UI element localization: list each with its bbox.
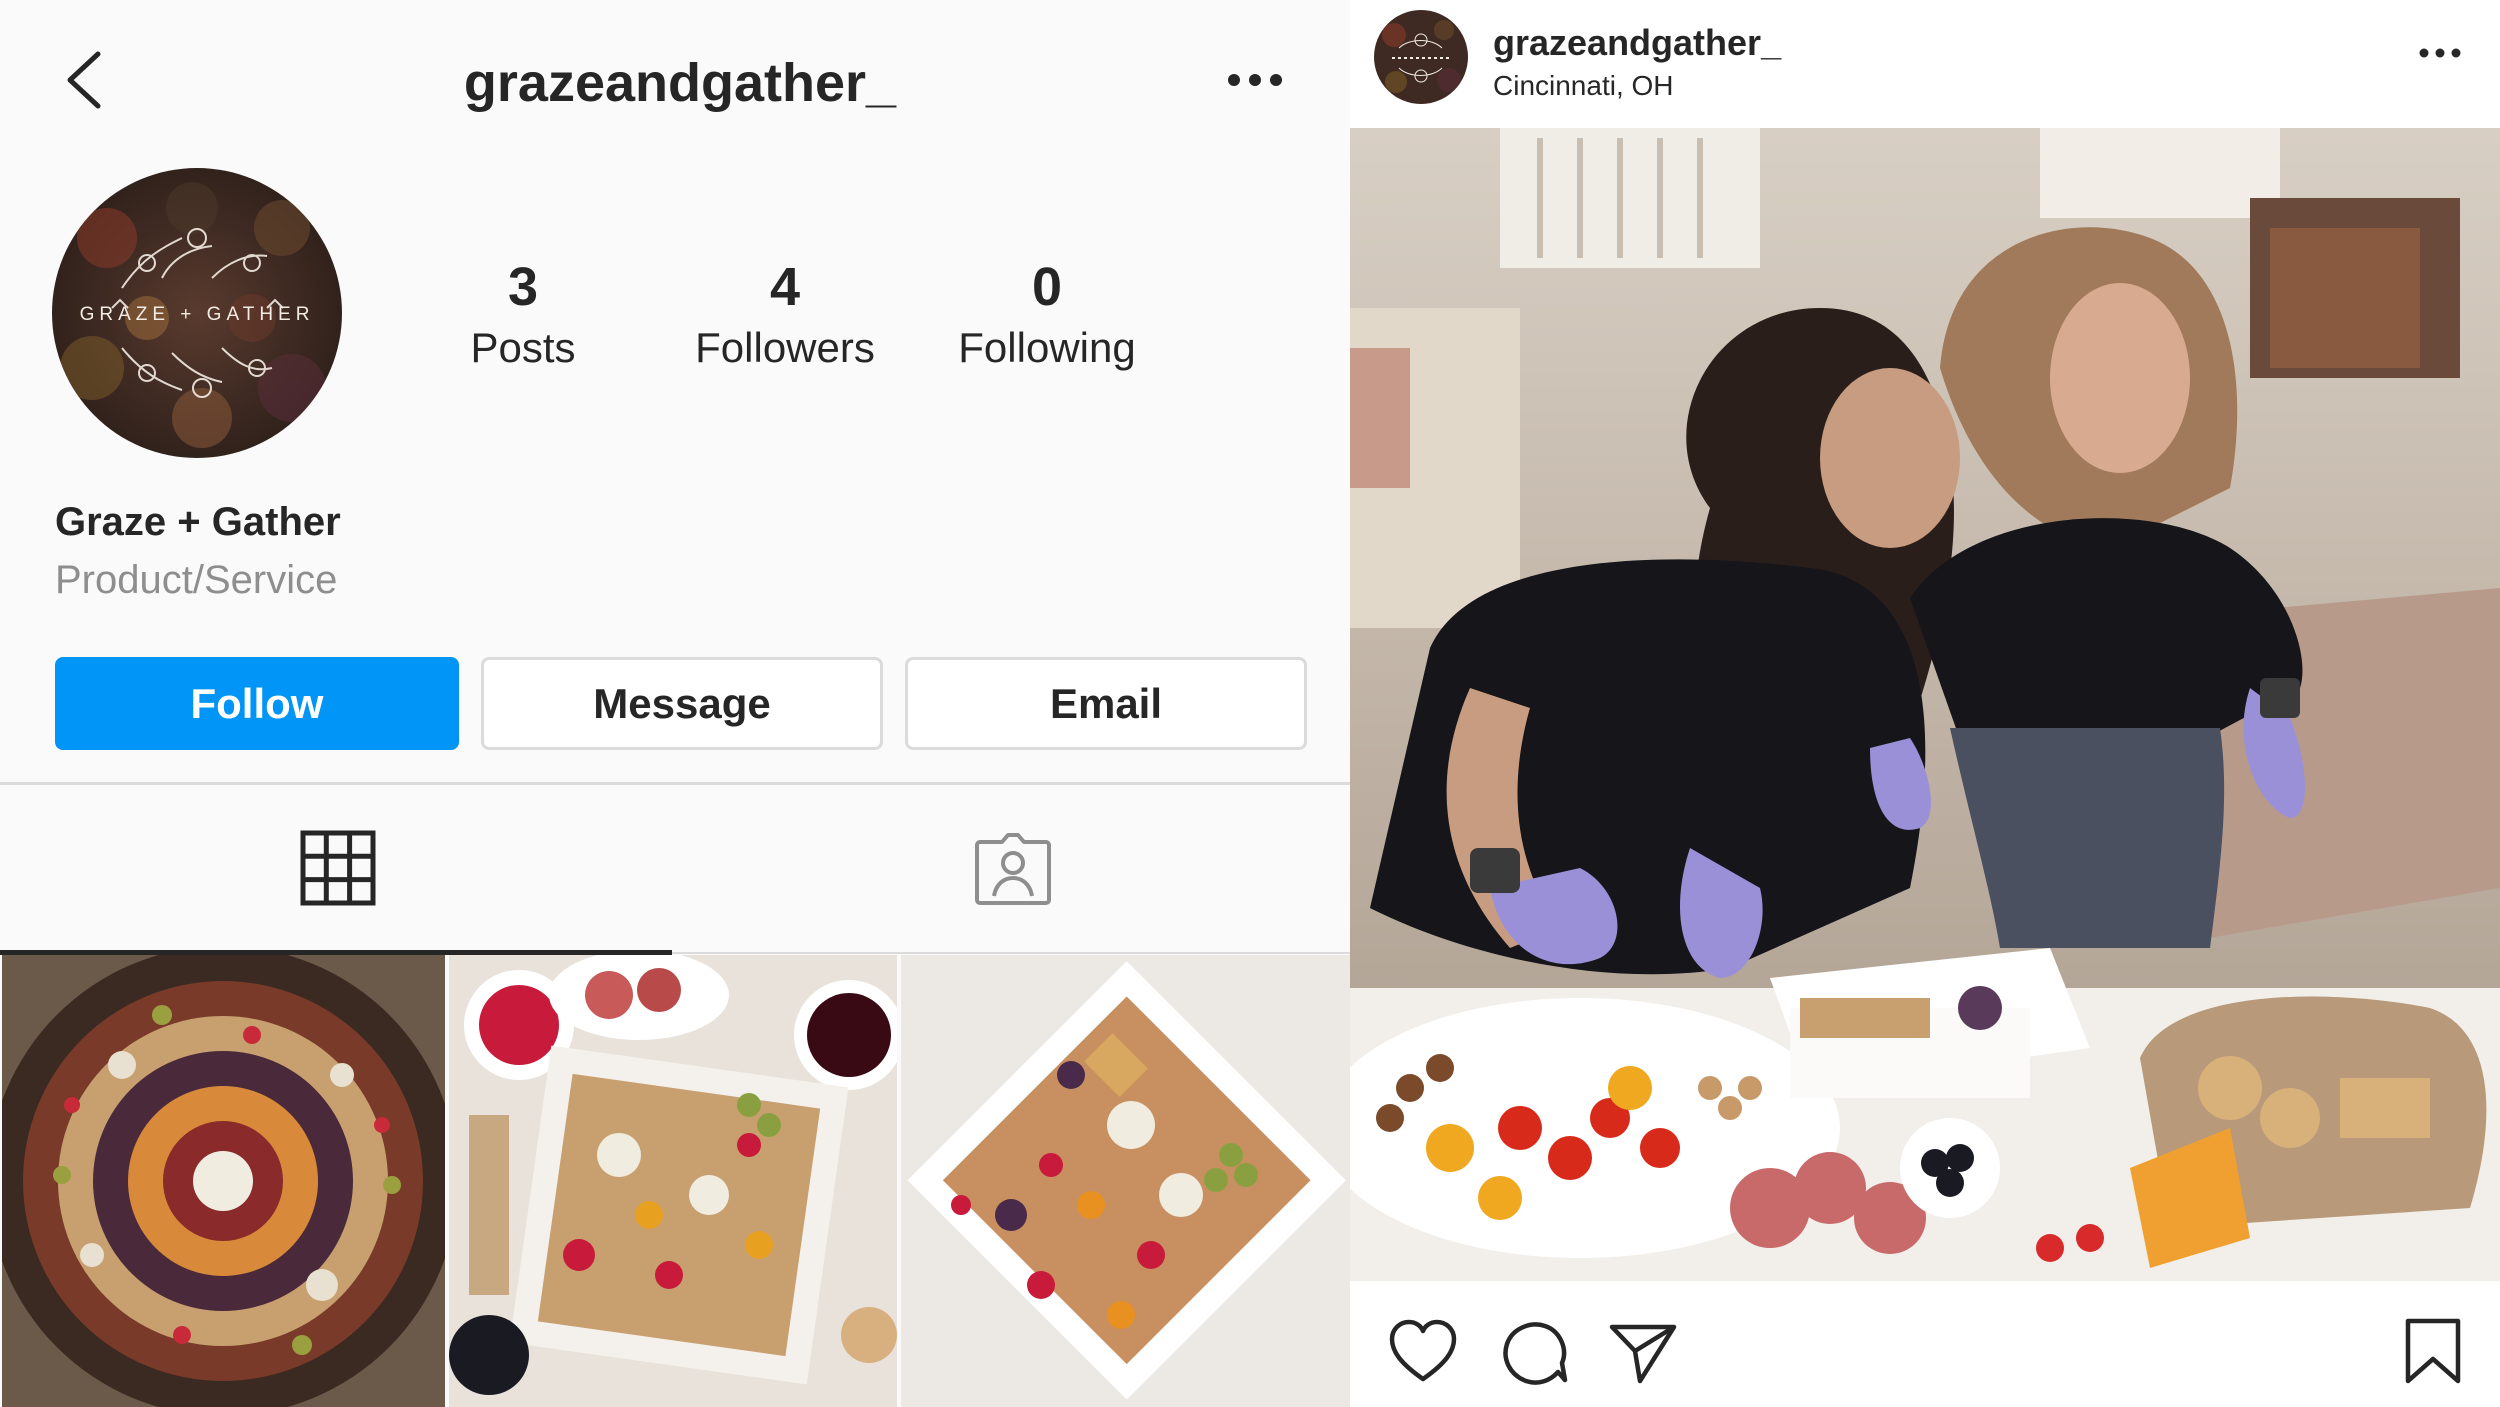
post-grid	[0, 955, 1350, 1407]
stat-followers-count: 4	[769, 257, 801, 317]
stat-following[interactable]: 0 Following	[917, 255, 1177, 377]
post-author-username[interactable]: grazeandgather_	[1493, 22, 1781, 64]
post-thumbnail[interactable]	[2, 955, 445, 1407]
stat-posts-count: 3	[507, 257, 539, 317]
stat-posts[interactable]: 3 Posts	[393, 255, 653, 377]
post-author-avatar[interactable]	[1374, 10, 1468, 104]
profile-screen: grazeandgather_ GRAZE + GATHER 3 Posts 4…	[0, 0, 1350, 1407]
post-location[interactable]: Cincinnati, OH	[1493, 70, 1674, 102]
stat-followers[interactable]: 4 Followers	[655, 255, 915, 377]
post-action-bar	[1350, 1281, 2500, 1407]
bookmark-icon[interactable]	[2398, 1317, 2468, 1387]
post-thumbnail[interactable]	[901, 955, 1350, 1407]
more-horizontal-icon[interactable]	[1225, 70, 1285, 90]
comment-bubble-icon[interactable]	[1498, 1317, 1568, 1387]
stat-following-label: Following	[958, 324, 1136, 371]
stat-following-count: 0	[1031, 257, 1063, 317]
tagged-person-icon	[974, 832, 1051, 905]
more-horizontal-icon[interactable]	[2418, 44, 2462, 62]
message-button[interactable]: Message	[481, 657, 883, 750]
profile-category: Product/Service	[55, 558, 338, 602]
post-thumbnail[interactable]	[449, 955, 897, 1407]
stat-posts-label: Posts	[470, 324, 576, 371]
tab-bar-border	[672, 952, 1350, 954]
profile-top-bar: grazeandgather_	[0, 0, 1350, 160]
tab-posts-grid[interactable]	[0, 785, 675, 950]
paper-plane-icon[interactable]	[1608, 1317, 1678, 1387]
profile-display-name: Graze + Gather	[55, 500, 341, 544]
post-photo[interactable]	[1350, 128, 2500, 1281]
profile-avatar[interactable]: GRAZE + GATHER	[52, 168, 342, 458]
profile-handle: grazeandgather_	[463, 53, 897, 113]
post-view: grazeandgather_ Cincinnati, OH	[1350, 0, 2500, 1407]
grid-icon	[300, 830, 375, 905]
email-button[interactable]: Email	[905, 657, 1307, 750]
tab-tagged[interactable]	[675, 785, 1350, 950]
post-header: grazeandgather_ Cincinnati, OH	[1350, 0, 2500, 128]
follow-button[interactable]: Follow	[55, 657, 459, 750]
stat-followers-label: Followers	[695, 324, 875, 371]
heart-icon[interactable]	[1388, 1317, 1458, 1387]
avatar-logo-text: GRAZE + GATHER	[80, 304, 315, 325]
profile-tabs	[0, 785, 1350, 955]
